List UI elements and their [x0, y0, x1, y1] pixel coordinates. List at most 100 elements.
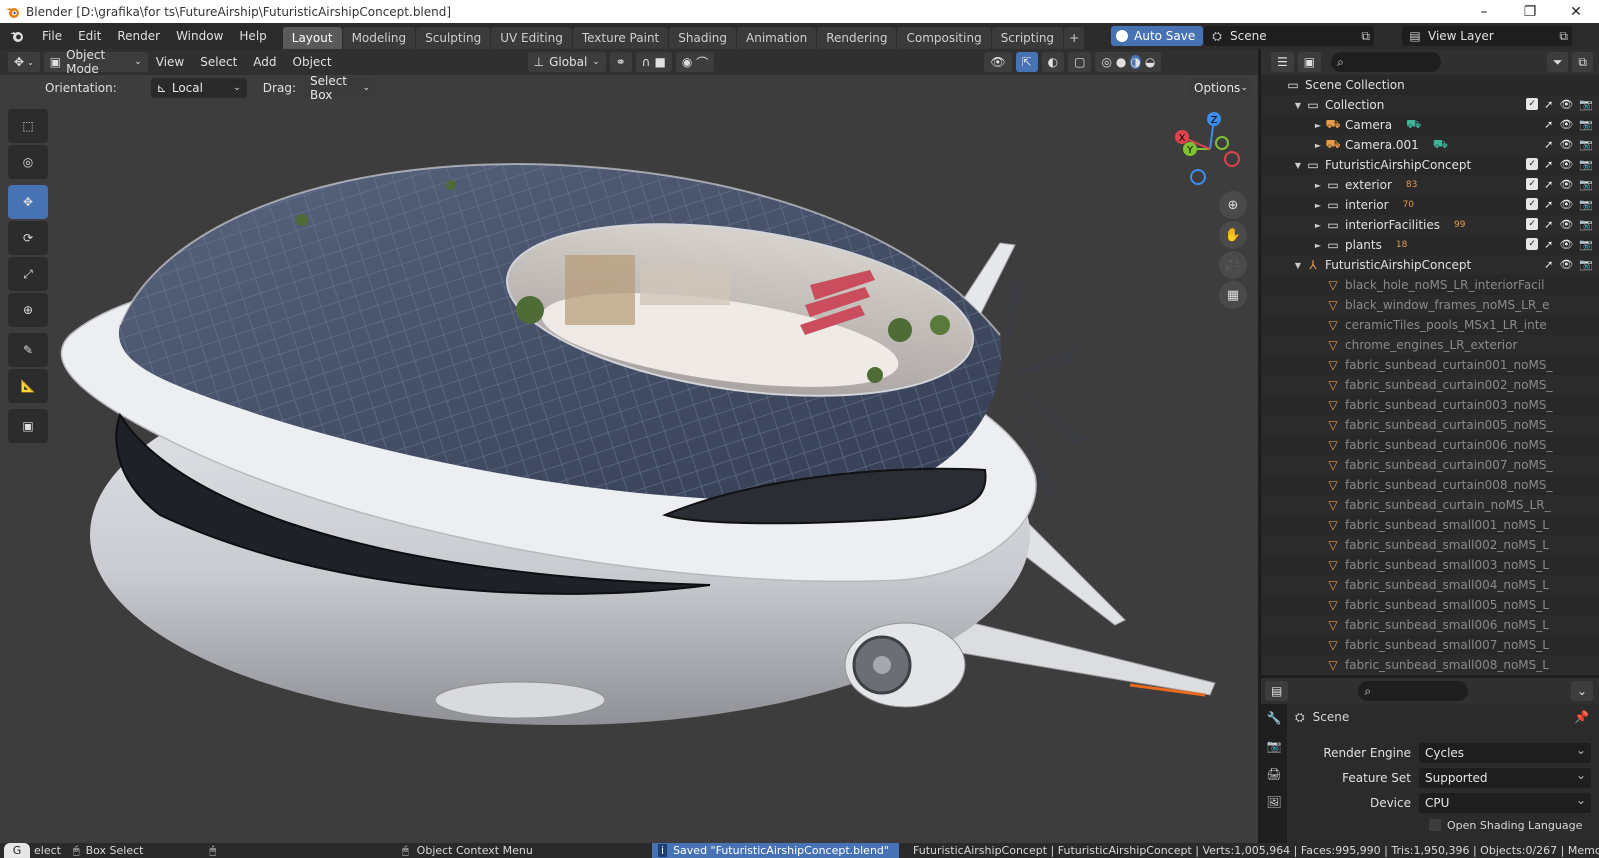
options-button[interactable]: Options ⌄: [1188, 78, 1250, 98]
tab-layout[interactable]: Layout: [282, 27, 342, 49]
select-box-tool[interactable]: ⬚: [8, 109, 48, 143]
scene-selector[interactable]: ⛭ Scene ⧉: [1204, 26, 1374, 46]
outliner-row[interactable]: ▽ fabric_sunbead_small007_noMS_L: [1261, 635, 1599, 655]
rotate-tool[interactable]: ⟳: [8, 221, 48, 255]
select-arrow-icon[interactable]: ➚: [1544, 138, 1553, 151]
tab-animation[interactable]: Animation: [737, 27, 817, 49]
snap-button[interactable]: ∩ ■: [635, 52, 672, 72]
select-arrow-icon[interactable]: ➚: [1544, 258, 1553, 271]
select-arrow-icon[interactable]: ➚: [1544, 178, 1553, 191]
exclude-checkbox[interactable]: ✓: [1526, 238, 1539, 250]
outliner-row[interactable]: ► ⛟ Camera ⛟ ➚ 👁 📷: [1261, 115, 1599, 135]
expanded-arrow-icon[interactable]: ▼: [1291, 161, 1305, 170]
render-tab-icon[interactable]: 📷: [1261, 732, 1287, 760]
eye-icon[interactable]: 👁: [1559, 198, 1573, 211]
render-camera-icon[interactable]: 📷: [1579, 218, 1593, 231]
menu-render[interactable]: Render: [109, 23, 168, 49]
outliner-row[interactable]: ▼ ▭ Collection ✓ ➚ 👁 📷: [1261, 95, 1599, 115]
outliner-row[interactable]: ► ▭ interiorFacilities 99 ✓ ➚ 👁 📷: [1261, 215, 1599, 235]
menu-help[interactable]: Help: [231, 23, 274, 49]
outliner-row[interactable]: ▼ ▭ FuturisticAirshipConcept ✓ ➚ 👁 📷: [1261, 155, 1599, 175]
new-collection-button[interactable]: ⧉: [1572, 52, 1593, 72]
zoom-icon[interactable]: ⊕: [1219, 191, 1247, 219]
xray-button[interactable]: ▢: [1068, 52, 1092, 72]
tab-sculpting[interactable]: Sculpting: [416, 27, 491, 49]
menu-select[interactable]: Select: [192, 55, 245, 69]
display-mode-button[interactable]: ▣: [1297, 52, 1322, 72]
select-arrow-icon[interactable]: ➚: [1544, 158, 1553, 171]
exclude-checkbox[interactable]: ✓: [1526, 98, 1539, 110]
outliner-row[interactable]: ▽ fabric_sunbead_curtain003_noMS_: [1261, 395, 1599, 415]
outliner-row[interactable]: ▽ fabric_sunbead_curtain007_noMS_: [1261, 455, 1599, 475]
outliner-row[interactable]: ▽ chrome_engines_LR_exterior: [1261, 335, 1599, 355]
outliner-row[interactable]: ▽ fabric_sunbead_small008_noMS_L: [1261, 655, 1599, 675]
osl-checkbox[interactable]: [1429, 819, 1441, 831]
wireframe-shading-icon[interactable]: ◎: [1101, 55, 1111, 69]
tab-modeling[interactable]: Modeling: [342, 27, 416, 49]
pan-hand-icon[interactable]: ✋: [1219, 221, 1247, 249]
menu-add[interactable]: Add: [245, 55, 284, 69]
eye-icon[interactable]: 👁: [1559, 118, 1573, 131]
eye-icon[interactable]: 👁: [1559, 98, 1573, 111]
transform-orientation-selector[interactable]: ⊥ Global ⌄: [527, 52, 606, 72]
render-engine-dropdown[interactable]: Cycles: [1419, 743, 1591, 763]
menu-file[interactable]: File: [34, 23, 70, 49]
gizmo-toggle-button[interactable]: ⇱: [1015, 52, 1038, 72]
menu-window[interactable]: Window: [168, 23, 231, 49]
output-tab-icon[interactable]: 🖨: [1261, 760, 1287, 788]
editor-type-button[interactable]: ✥ ⌄: [8, 52, 40, 72]
mode-selector[interactable]: ▣ Object Mode ⌄: [43, 48, 148, 76]
material-shading-icon[interactable]: ◑: [1130, 55, 1141, 69]
eye-icon[interactable]: 👁: [1559, 158, 1573, 171]
collapsed-arrow-icon[interactable]: ►: [1311, 121, 1325, 130]
properties-options[interactable]: ⌄: [1570, 681, 1593, 701]
axis-gizmo[interactable]: Z Y X: [1170, 111, 1250, 191]
outliner-row[interactable]: ► ▭ plants 18 ✓ ➚ 👁 📷: [1261, 235, 1599, 255]
measure-tool[interactable]: 📐: [8, 369, 48, 403]
properties-editor-type[interactable]: ▤: [1265, 681, 1289, 701]
tab-shading[interactable]: Shading: [669, 27, 736, 49]
close-button[interactable]: ✕: [1553, 0, 1599, 23]
expanded-arrow-icon[interactable]: ▼: [1291, 101, 1305, 110]
menu-view[interactable]: View: [148, 55, 192, 69]
visibility-button[interactable]: 👁: [984, 52, 1012, 72]
expanded-arrow-icon[interactable]: ▼: [1291, 261, 1305, 270]
properties-search[interactable]: ⌕: [1358, 681, 1469, 701]
render-camera-icon[interactable]: 📷: [1579, 178, 1593, 191]
annotate-tool[interactable]: ✎: [8, 333, 48, 367]
pivot-point-button[interactable]: ⚭: [609, 52, 632, 72]
exclude-checkbox[interactable]: ✓: [1526, 198, 1539, 210]
outliner-row[interactable]: ▽ black_hole_noMS_LR_interiorFacil: [1261, 275, 1599, 295]
render-camera-icon[interactable]: 📷: [1579, 118, 1593, 131]
tab-scripting[interactable]: Scripting: [991, 27, 1064, 49]
exclude-checkbox[interactable]: ✓: [1526, 218, 1539, 230]
solid-shading-icon[interactable]: ●: [1116, 55, 1126, 69]
outliner-row[interactable]: ▽ fabric_sunbead_small004_noMS_L: [1261, 575, 1599, 595]
exclude-checkbox[interactable]: ✓: [1526, 178, 1539, 190]
scale-tool[interactable]: ⤢: [8, 257, 48, 291]
outliner-search[interactable]: ⌕: [1331, 52, 1442, 72]
tab-uv-editing[interactable]: UV Editing: [491, 27, 572, 49]
outliner-row[interactable]: ▽ fabric_sunbead_curtain_noMS_LR_: [1261, 495, 1599, 515]
collapsed-arrow-icon[interactable]: ►: [1311, 141, 1325, 150]
shading-modes[interactable]: ◎ ● ◑ ◒: [1095, 52, 1162, 72]
filter-button[interactable]: ⏷: [1546, 52, 1569, 72]
outliner-row[interactable]: ▽ fabric_sunbead_curtain008_noMS_: [1261, 475, 1599, 495]
maximize-button[interactable]: ❐: [1507, 0, 1553, 23]
rendered-shading-icon[interactable]: ◒: [1145, 55, 1155, 69]
eye-icon[interactable]: 👁: [1559, 258, 1573, 271]
blender-menu-icon[interactable]: [0, 23, 34, 49]
outliner-row[interactable]: ► ▭ interior 70 ✓ ➚ 👁 📷: [1261, 195, 1599, 215]
menu-object[interactable]: Object: [285, 55, 340, 69]
overlays-button[interactable]: ◐: [1041, 52, 1065, 72]
auto-save-toggle[interactable]: Auto Save: [1111, 26, 1204, 46]
copy-view-layer-icon[interactable]: ⧉: [1559, 29, 1568, 44]
select-arrow-icon[interactable]: ➚: [1544, 238, 1553, 251]
copy-scene-icon[interactable]: ⧉: [1361, 29, 1370, 44]
outliner-row[interactable]: ▭ Scene Collection: [1261, 75, 1599, 95]
minimize-button[interactable]: –: [1461, 0, 1507, 23]
render-camera-icon[interactable]: 📷: [1579, 258, 1593, 271]
select-arrow-icon[interactable]: ➚: [1544, 98, 1553, 111]
outliner-row[interactable]: ▽ ceramicTiles_pools_MSx1_LR_inte: [1261, 315, 1599, 335]
pin-icon[interactable]: 📌: [1574, 710, 1589, 724]
